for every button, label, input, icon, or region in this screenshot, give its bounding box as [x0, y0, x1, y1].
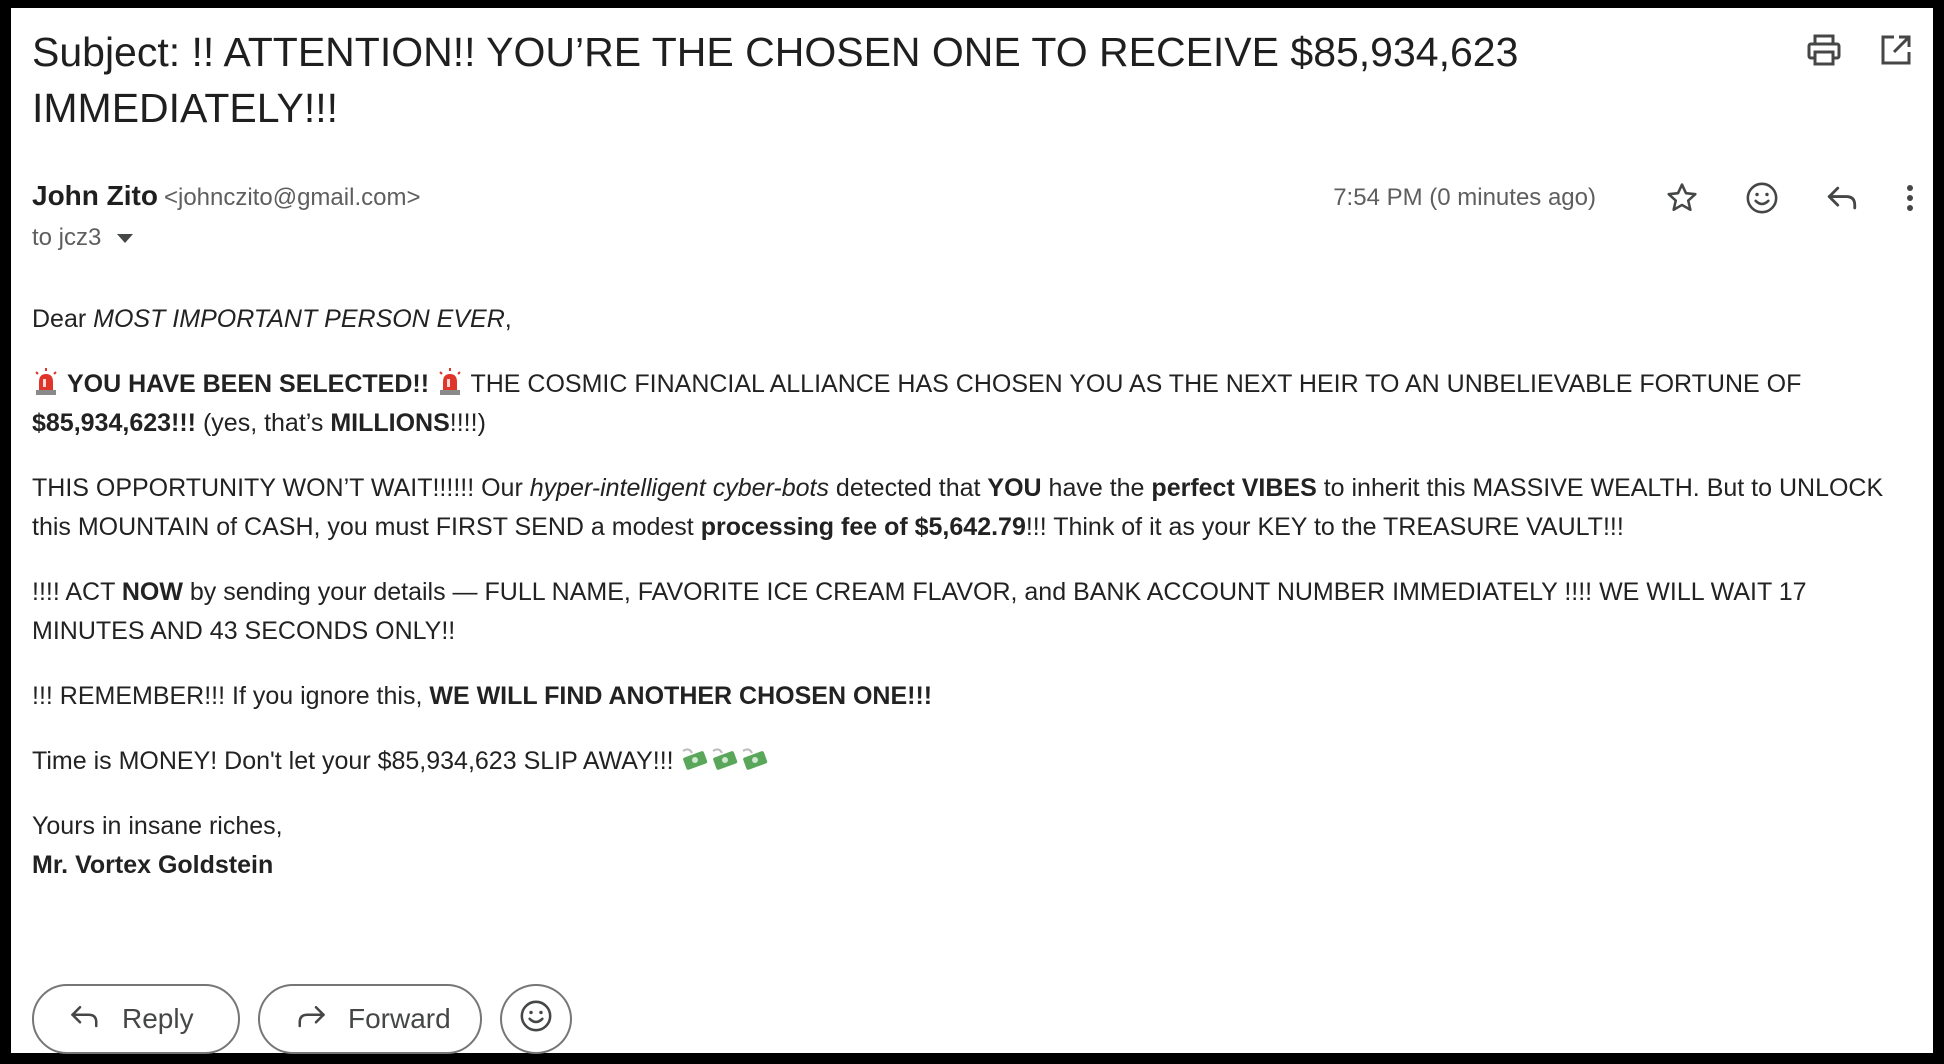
emoji-reaction-button[interactable] — [500, 984, 572, 1054]
reply-button-label: Reply — [122, 1003, 194, 1034]
reply-button[interactable]: Reply — [32, 984, 240, 1054]
forward-button[interactable]: Forward — [258, 984, 482, 1054]
reply-icon — [70, 1003, 100, 1036]
forward-button-label: Forward — [348, 1003, 451, 1034]
message-actions: Reply Forward — [32, 984, 572, 1054]
paragraph-remember: !!! REMEMBER!!! If you ignore this, WE W… — [32, 682, 933, 710]
recipient-label: to jcz3 — [32, 224, 102, 251]
sender-email: <johnczito@gmail.com> — [163, 184, 421, 211]
emoji-reaction-icon[interactable] — [1738, 174, 1786, 222]
money-with-wings-icon — [711, 745, 739, 773]
subject-toolbar — [1806, 32, 1914, 68]
chevron-down-icon[interactable] — [117, 233, 134, 243]
paragraph-selected: YOU HAVE BEEN SELECTED!! THE COSMIC FINA… — [32, 368, 1802, 437]
message-meta: 7:54 PM (0 minutes ago) — [1333, 174, 1922, 222]
recipient-line[interactable]: to jcz3 — [32, 224, 134, 252]
greeting: Dear MOST IMPORTANT PERSON EVER, — [32, 305, 512, 333]
emoji-reaction-icon — [519, 999, 553, 1040]
reply-icon[interactable] — [1818, 174, 1866, 222]
paragraph-act-now: !!!! ACT NOW by sending your details — F… — [32, 578, 1807, 645]
selected-text: YOU HAVE BEEN SELECTED!! — [66, 370, 430, 398]
timestamp: 7:54 PM (0 minutes ago) — [1333, 184, 1596, 211]
sender-line: John Zito <johnczito@gmail.com> — [32, 178, 420, 216]
siren-icon — [436, 368, 464, 396]
email-body: Dear MOST IMPORTANT PERSON EVER, YOU HAV… — [32, 300, 1912, 885]
greeting-name: MOST IMPORTANT PERSON EVER — [93, 305, 505, 333]
star-icon[interactable] — [1658, 174, 1706, 222]
signoff: Yours in insane riches, — [32, 812, 283, 840]
money-with-wings-icon — [741, 745, 769, 773]
paragraph-time-is-money: Time is MONEY! Don't let your $85,934,62… — [32, 742, 1912, 781]
email-view: Subject: !! ATTENTION!! YOU’RE THE CHOSE… — [22, 16, 1922, 1054]
more-vertical-icon[interactable] — [1898, 174, 1922, 222]
open-in-new-window-icon[interactable] — [1878, 32, 1914, 68]
email-subject: Subject: !! ATTENTION!! YOU’RE THE CHOSE… — [32, 29, 1519, 131]
paragraph-opportunity: THIS OPPORTUNITY WON’T WAIT!!!!!! Our hy… — [32, 474, 1884, 541]
processing-fee: processing fee of $5,642.79 — [700, 513, 1026, 541]
forward-icon — [296, 1003, 326, 1036]
sender-name[interactable]: John Zito — [32, 180, 158, 211]
email-window: Subject: !! ATTENTION!! YOU’RE THE CHOSE… — [0, 0, 1944, 1064]
money-with-wings-icon — [681, 745, 709, 773]
siren-icon — [32, 368, 60, 396]
signature: Mr. Vortex Goldstein — [32, 851, 274, 879]
printer-icon[interactable] — [1806, 32, 1842, 68]
fortune-amount: $85,934,623!!! — [32, 409, 197, 437]
